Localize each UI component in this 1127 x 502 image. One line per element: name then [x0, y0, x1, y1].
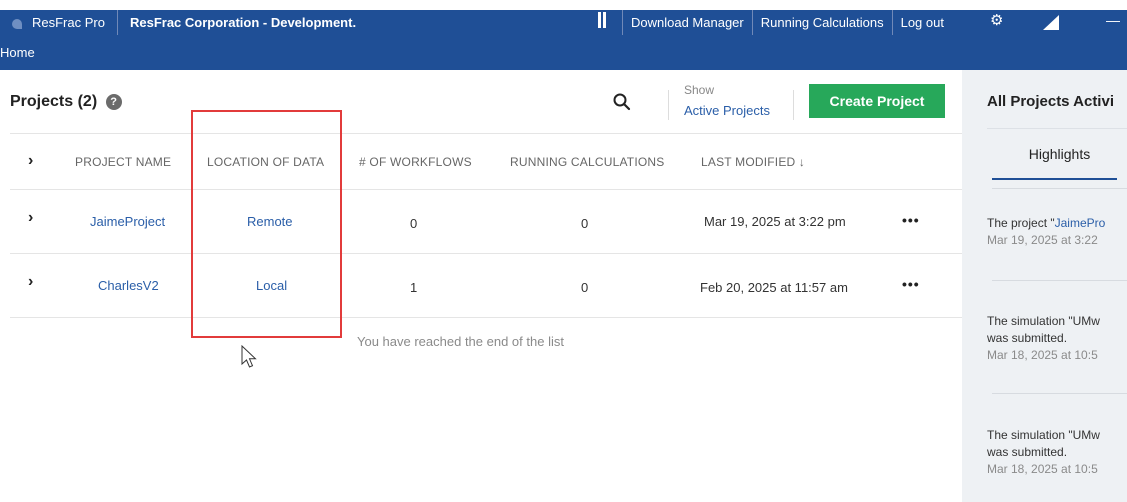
divider: [793, 90, 794, 120]
last-modified: Mar 19, 2025 at 3:22 pm: [704, 214, 846, 229]
column-header-workflows[interactable]: # OF WORKFLOWS: [359, 155, 472, 169]
logo-icon: [8, 16, 28, 30]
search-icon[interactable]: [612, 92, 632, 112]
pause-icon[interactable]: [597, 12, 607, 28]
gear-icon[interactable]: ⚙: [990, 11, 1003, 29]
activity-timestamp: Mar 18, 2025 at 10:5: [987, 462, 1098, 476]
activity-item[interactable]: The simulation "UMw was submitted. Mar 1…: [987, 313, 1100, 364]
nav-log-out[interactable]: Log out: [891, 10, 952, 35]
table-row[interactable]: › JaimeProject Remote 0 0 Mar 19, 2025 a…: [10, 190, 973, 254]
brand: ResFrac Pro ResFrac Corporation - Develo…: [0, 10, 356, 35]
table-row[interactable]: › CharlesV2 Local 1 0 Feb 20, 2025 at 11…: [10, 254, 973, 318]
divider: [668, 90, 669, 120]
top-nav: Download Manager Running Calculations Lo…: [622, 10, 952, 35]
top-strip: [0, 0, 1127, 10]
divider: [992, 188, 1127, 189]
minimize-icon[interactable]: —: [1106, 12, 1120, 28]
activity-timestamp: Mar 18, 2025 at 10:5: [987, 348, 1098, 362]
nav-running-calculations[interactable]: Running Calculations: [751, 10, 892, 35]
running-count: 0: [581, 280, 589, 295]
workflows-count: 0: [410, 216, 418, 231]
activity-item[interactable]: The simulation "UMw was submitted. Mar 1…: [987, 427, 1100, 478]
table-header: › PROJECT NAME LOCATION OF DATA # OF WOR…: [10, 133, 973, 190]
end-of-list-message: You have reached the end of the list: [357, 334, 564, 349]
chevron-right-icon[interactable]: ›: [28, 273, 33, 291]
cursor-icon: [241, 345, 257, 368]
column-header-project-name[interactable]: PROJECT NAME: [75, 155, 171, 169]
highlight-box: [191, 110, 342, 338]
activity-text: was submitted.: [987, 445, 1068, 459]
divider: [987, 128, 1127, 129]
triangle-icon[interactable]: [1043, 15, 1059, 30]
more-icon[interactable]: •••: [902, 212, 920, 228]
active-projects-toggle[interactable]: Active Projects: [684, 103, 770, 118]
activity-timestamp: Mar 19, 2025 at 3:22: [987, 233, 1098, 247]
column-header-running[interactable]: RUNNING CALCULATIONS: [510, 155, 664, 169]
project-name-link[interactable]: JaimeProject: [90, 214, 165, 229]
show-label: Show: [684, 83, 715, 97]
tab-highlights[interactable]: Highlights: [992, 146, 1117, 180]
help-icon[interactable]: ?: [105, 94, 122, 110]
activity-text: The simulation "UMw: [987, 314, 1100, 328]
org-name[interactable]: ResFrac Corporation - Development.: [130, 15, 356, 30]
activity-text: was submitted.: [987, 331, 1068, 345]
create-project-button[interactable]: Create Project: [809, 84, 945, 118]
breadcrumb-home[interactable]: Home: [0, 45, 35, 60]
divider: [116, 10, 118, 35]
chevron-right-icon[interactable]: ›: [28, 152, 33, 170]
column-header-last-modified[interactable]: LAST MODIFIED ↓: [701, 155, 805, 169]
divider: [992, 280, 1127, 281]
activity-project-link[interactable]: JaimePro: [1055, 216, 1106, 230]
top-bar: ResFrac Pro ResFrac Corporation - Develo…: [0, 0, 1127, 35]
chevron-right-icon[interactable]: ›: [28, 209, 33, 227]
projects-title: Projects (2): [10, 93, 98, 110]
activity-item[interactable]: The project "JaimePro Mar 19, 2025 at 3:…: [987, 215, 1105, 249]
workflows-count: 1: [410, 280, 418, 295]
divider: [992, 393, 1127, 394]
last-modified: Feb 20, 2025 at 11:57 am: [700, 280, 848, 295]
activity-panel: All Projects Activi Highlights The proje…: [962, 70, 1127, 502]
activity-text: The simulation "UMw: [987, 428, 1100, 442]
activity-title: All Projects Activi: [987, 93, 1114, 110]
app-name[interactable]: ResFrac Pro: [32, 15, 105, 30]
breadcrumb-bar: Home: [0, 35, 1127, 70]
more-icon[interactable]: •••: [902, 276, 920, 292]
running-count: 0: [581, 216, 589, 231]
project-name-link[interactable]: CharlesV2: [98, 278, 159, 293]
activity-text: The project ": [987, 216, 1055, 230]
nav-download-manager[interactable]: Download Manager: [622, 10, 752, 35]
page-title: Projects (2) ?: [10, 93, 122, 111]
